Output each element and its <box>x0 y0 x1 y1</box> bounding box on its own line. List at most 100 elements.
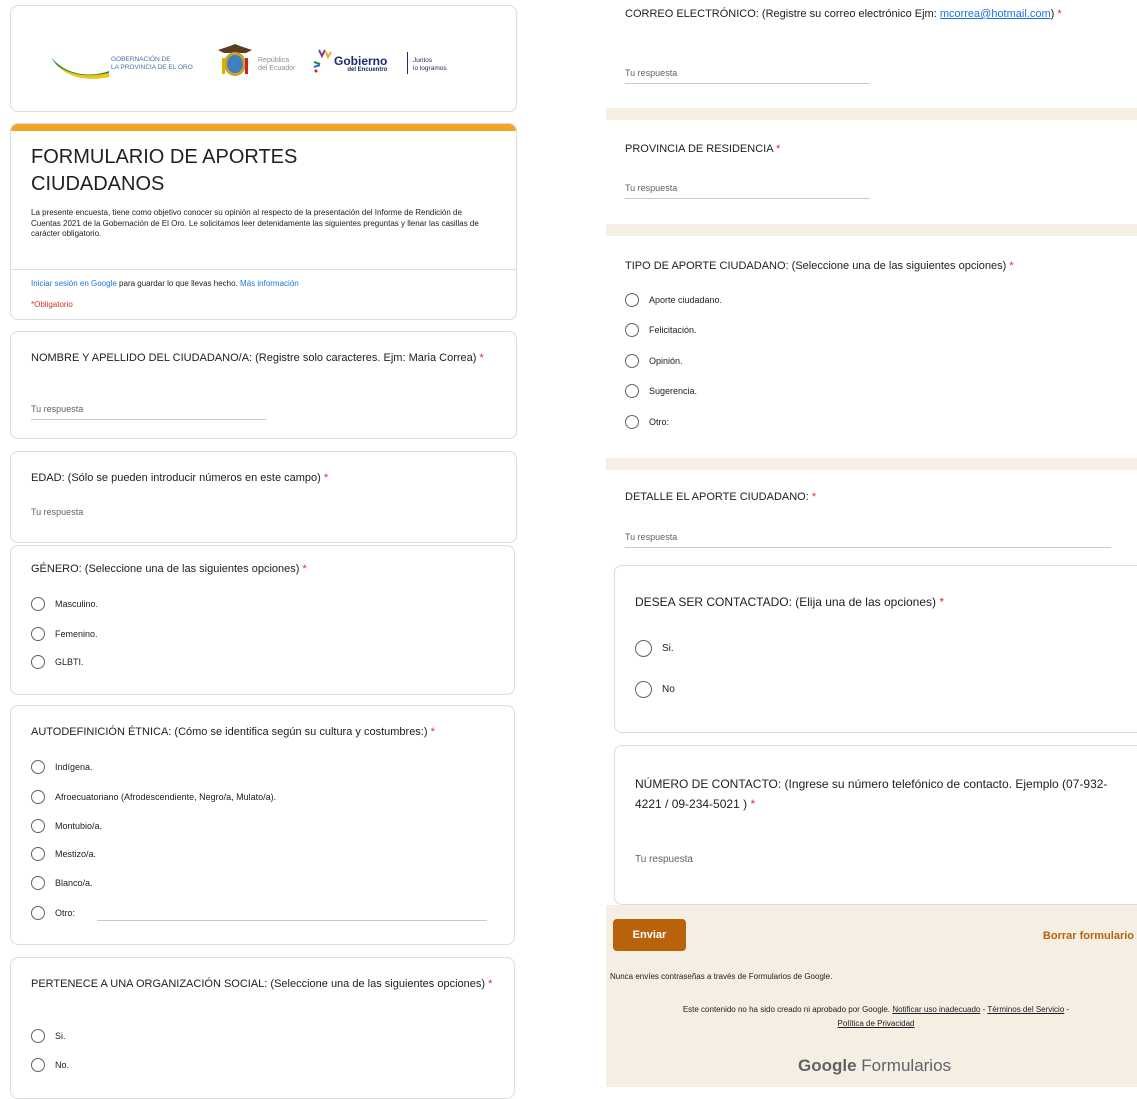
question-contacto-label: DESEA SER CONTACTADO: (Elija una de las … <box>635 595 936 609</box>
option-label: GLBTI. <box>55 657 84 667</box>
option-label: Sugerencia. <box>649 386 698 396</box>
radio-button[interactable] <box>625 293 639 307</box>
question-correo-suffix: ) <box>1050 8 1055 20</box>
report-abuse-link[interactable]: Notificar uso inadecuado <box>892 1005 980 1014</box>
gobernacion-logo-swoosh-icon <box>51 57 109 79</box>
radio-button[interactable] <box>625 415 639 429</box>
option-label: Mestizo/a. <box>55 849 97 859</box>
radio-button[interactable] <box>31 906 45 920</box>
question-provincia-label: PROVINCIA DE RESIDENCIA <box>625 143 773 155</box>
radio-button[interactable] <box>31 1029 45 1043</box>
question-edad-card: EDAD: (Sólo se pueden introducir números… <box>10 451 517 543</box>
radio-button[interactable] <box>31 847 45 861</box>
question-tipo-label: TIPO DE APORTE CIUDADANO: (Seleccione un… <box>625 260 1007 272</box>
radio-button[interactable] <box>31 876 45 890</box>
question-contacto-card: DESEA SER CONTACTADO: (Elija una de las … <box>614 565 1137 733</box>
required-asterisk: * <box>323 472 329 484</box>
radio-button[interactable] <box>635 681 652 698</box>
option-label: Opinión. <box>649 356 683 366</box>
form-description: La presente encuesta, tiene como objetiv… <box>31 208 479 238</box>
signin-link[interactable]: Iniciar sesión en Google <box>31 279 117 288</box>
correo-example-link[interactable]: mcorrea@hotmail.com <box>940 8 1051 20</box>
tipo-option[interactable]: Sugerencia. <box>625 384 697 398</box>
correo-input[interactable]: Tu respuesta <box>625 68 870 84</box>
organizacion-option[interactable]: No. <box>31 1058 69 1072</box>
form-title-card: FORMULARIO DE APORTES CIUDADANOS La pres… <box>10 123 517 320</box>
option-label: Felicitación. <box>649 325 697 335</box>
radio-button[interactable] <box>31 1058 45 1072</box>
radio-button[interactable] <box>31 597 45 611</box>
google-wordmark: Google <box>798 1056 857 1075</box>
juntos-line1: Juntos <box>413 57 433 64</box>
gobernacion-line2: LA PROVINCIA DE EL ORO <box>111 64 193 71</box>
question-etnia-title: AUTODEFINICIÓN ÉTNICA: (Cómo se identifi… <box>31 724 511 740</box>
tipo-option[interactable]: Aporte ciudadano. <box>625 293 722 307</box>
privacy-link[interactable]: Política de Privacidad <box>838 1019 915 1028</box>
contacto-option[interactable]: Si. <box>635 640 674 657</box>
option-label: Si. <box>662 643 674 654</box>
gobierno-encuentro-logo-icon <box>313 49 332 73</box>
edad-input[interactable]: Tu respuesta <box>31 507 266 522</box>
genero-option[interactable]: Femenino. <box>31 627 98 641</box>
title-divider <box>11 269 516 270</box>
question-provincia-title: PROVINCIA DE RESIDENCIA * <box>625 141 780 157</box>
etnia-option[interactable]: Indígena. <box>31 760 93 774</box>
etnia-option[interactable]: Blanco/a. <box>31 876 93 890</box>
question-correo-section: CORREO ELECTRÓNICO: (Registre su correo … <box>606 0 1137 108</box>
tipo-option[interactable]: Felicitación. <box>625 323 697 337</box>
juntos-line2: lo logramos <box>413 65 447 72</box>
option-label: Aporte ciudadano. <box>649 295 723 305</box>
question-numero-card: NÚMERO DE CONTACTO: (Ingrese su número t… <box>614 745 1137 905</box>
etnia-otro-input[interactable] <box>97 920 487 921</box>
radio-button[interactable] <box>31 790 45 804</box>
radio-button[interactable] <box>625 354 639 368</box>
etnia-option[interactable]: Otro: <box>31 906 75 920</box>
question-nombre-title: NOMBRE Y APELLIDO DEL CIUDADANO/A: (Regi… <box>31 350 501 366</box>
question-correo-label: CORREO ELECTRÓNICO: (Registre su correo … <box>625 8 937 20</box>
radio-button[interactable] <box>625 323 639 337</box>
question-contacto-title: DESEA SER CONTACTADO: (Elija una de las … <box>635 595 944 609</box>
tipo-option[interactable]: Otro: <box>625 415 669 429</box>
etnia-option[interactable]: Afroecuatoriano (Afrodescendiente, Negro… <box>31 790 276 804</box>
radio-button[interactable] <box>31 819 45 833</box>
radio-button[interactable] <box>31 760 45 774</box>
question-etnia-label: AUTODEFINICIÓN ÉTNICA: (Cómo se identifi… <box>31 726 428 738</box>
genero-option[interactable]: GLBTI. <box>31 655 84 669</box>
clear-form-button[interactable]: Borrar formulario <box>1043 930 1134 942</box>
required-asterisk: * <box>776 143 781 155</box>
question-genero-card: GÉNERO: (Seleccione una de las siguiente… <box>10 545 515 695</box>
provincia-input[interactable]: Tu respuesta <box>625 183 870 199</box>
question-edad-label: EDAD: (Sólo se pueden introducir números… <box>31 472 321 484</box>
radio-button[interactable] <box>635 640 652 657</box>
terms-link[interactable]: Términos del Servicio <box>987 1005 1064 1014</box>
republica-text: República del Ecuador <box>258 57 295 73</box>
option-label: No <box>662 684 675 695</box>
option-label: Masculino. <box>55 599 99 609</box>
question-etnia-card: AUTODEFINICIÓN ÉTNICA: (Cómo se identifi… <box>10 705 515 945</box>
submit-button[interactable]: Enviar <box>613 919 686 951</box>
etnia-option[interactable]: Mestizo/a. <box>31 847 96 861</box>
genero-option[interactable]: Masculino. <box>31 597 98 611</box>
gobierno-text: Gobierno del Encuentro <box>334 55 387 74</box>
nombre-input[interactable]: Tu respuesta <box>31 404 266 420</box>
organizacion-option[interactable]: Si. <box>31 1029 66 1043</box>
radio-button[interactable] <box>625 384 639 398</box>
radio-button[interactable] <box>31 627 45 641</box>
more-info-link[interactable]: Más información <box>240 279 299 288</box>
question-nombre-card: NOMBRE Y APELLIDO DEL CIUDADANO/A: (Regi… <box>10 331 517 439</box>
google-forms-brand[interactable]: Google Formularios <box>798 1056 951 1076</box>
required-asterisk: * <box>479 352 484 364</box>
option-label: Indígena. <box>55 762 93 772</box>
detalle-input[interactable]: Tu respuesta <box>625 532 1111 548</box>
option-label: Blanco/a. <box>55 878 93 888</box>
section-separator <box>606 108 1137 120</box>
contacto-option[interactable]: No <box>635 681 675 698</box>
section-separator <box>606 458 1137 470</box>
gobernacion-text: GOBERNACIÓN DE LA PROVINCIA DE EL ORO <box>111 56 193 72</box>
numero-input[interactable]: Tu respuesta <box>635 854 693 865</box>
required-asterisk: * <box>939 595 945 609</box>
etnia-option[interactable]: Montubio/a. <box>31 819 102 833</box>
tipo-option[interactable]: Opinión. <box>625 354 683 368</box>
radio-button[interactable] <box>31 655 45 669</box>
question-detalle-title: DETALLE EL APORTE CIUDADANO: * <box>625 489 816 505</box>
